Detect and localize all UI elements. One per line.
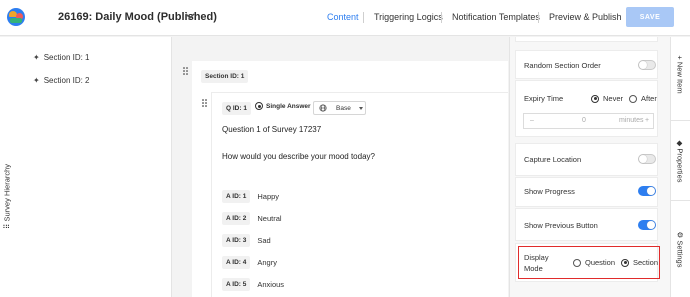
random-section-order-label: Random Section Order <box>524 61 601 70</box>
hierarchy-section-item[interactable]: ✦ Section ID: 2 <box>33 76 90 85</box>
expiry-duration-input[interactable]: – 0 minutes + <box>523 113 654 129</box>
section-id-tag: Section ID: 1 <box>201 70 249 83</box>
expiry-value: 0 <box>582 117 586 124</box>
answer-label: Neutral <box>257 214 282 223</box>
tab-divider <box>363 12 364 23</box>
settings-box-partial <box>515 37 658 42</box>
show-progress-label: Show Progress <box>524 187 575 196</box>
display-mode-highlight <box>518 246 660 279</box>
expiry-never-option[interactable]: Never <box>591 94 623 103</box>
show-previous-button-toggle[interactable] <box>638 220 656 230</box>
question-id-tag: Q ID: 1 <box>222 102 251 115</box>
answer-id-tag: A ID: 4 <box>222 256 251 269</box>
properties-tab-label: Properties <box>675 148 685 183</box>
expiry-after-option[interactable]: After <box>629 94 657 103</box>
language-value: Base <box>336 105 351 112</box>
answer-label: Anxious <box>257 280 285 289</box>
drag-handle-icon[interactable] <box>183 67 188 75</box>
tab-new-item[interactable]: + New Item <box>670 40 690 110</box>
answer-row[interactable]: A ID: 1 Happy <box>222 190 279 203</box>
gear-icon: ⚙ <box>675 231 685 241</box>
hierarchy-section-item[interactable]: ✦ Section ID: 1 <box>33 53 90 62</box>
properties-icon: ◆ <box>675 140 685 149</box>
decrement-icon[interactable]: – <box>530 117 534 124</box>
save-button[interactable]: SAVE <box>626 7 674 27</box>
show-progress-toggle[interactable] <box>638 186 656 196</box>
language-select[interactable]: Base <box>313 101 366 115</box>
increment-icon[interactable]: + <box>645 117 649 124</box>
survey-hierarchy-tab[interactable]: ⠿ Survey Hierarchy <box>0 37 16 297</box>
expiry-never-label: Never <box>603 94 624 103</box>
capture-location-toggle[interactable] <box>638 154 656 164</box>
answer-id-tag: A ID: 3 <box>222 234 251 247</box>
tab-divider <box>670 120 690 121</box>
capture-location-label: Capture Location <box>524 155 582 164</box>
random-section-order-toggle[interactable] <box>638 60 656 70</box>
tab-settings[interactable]: ⚙ Settings <box>670 205 690 275</box>
plus-icon: ✦ <box>33 76 40 85</box>
expiry-time-label: Expiry Time <box>524 94 564 103</box>
answer-id-tag: A ID: 5 <box>222 278 251 291</box>
tab-divider <box>538 12 539 23</box>
settings-tab-label: Settings <box>675 240 685 268</box>
expiry-unit: minutes <box>619 117 644 124</box>
survey-hierarchy-label: Survey Hierarchy <box>2 163 12 222</box>
tab-properties[interactable]: ◆ Properties <box>670 125 690 195</box>
tab-divider <box>670 200 690 201</box>
answer-label: Angry <box>257 258 277 267</box>
answer-row[interactable]: A ID: 5 Anxious <box>222 278 284 291</box>
question-title[interactable]: Question 1 of Survey 17237 <box>222 125 321 134</box>
drag-handle-icon[interactable] <box>202 99 207 107</box>
tab-notification-templates[interactable]: Notification Templates <box>452 12 540 22</box>
radio-selected-icon <box>255 102 263 110</box>
chevron-down-icon[interactable] <box>184 9 196 23</box>
answer-id-tag: A ID: 1 <box>222 190 251 203</box>
answer-row[interactable]: A ID: 3 Sad <box>222 234 271 247</box>
hierarchy-section-label: Section ID: 2 <box>43 76 90 85</box>
tab-triggering-logics[interactable]: Triggering Logics <box>374 12 443 22</box>
hierarchy-icon: ⠿ <box>2 221 12 230</box>
question-prompt[interactable]: How would you describe your mood today? <box>222 152 375 161</box>
answer-row[interactable]: A ID: 4 Angry <box>222 256 277 269</box>
answer-label: Happy <box>257 192 280 201</box>
expiry-after-label: After <box>641 94 657 103</box>
plus-icon: ✦ <box>33 53 40 62</box>
answer-label: Sad <box>257 236 271 245</box>
answer-type-label: Single Answer <box>266 102 311 110</box>
radio-selected-icon <box>591 94 599 103</box>
show-previous-button-label: Show Previous Button <box>524 221 598 230</box>
new-item-tab-label: New Item <box>675 61 685 94</box>
top-header: 26169: Daily Mood (Published) Content Tr… <box>0 0 690 36</box>
radio-unselected-icon <box>629 94 637 103</box>
caret-down-icon <box>359 107 363 110</box>
answer-id-tag: A ID: 2 <box>222 212 251 225</box>
tab-content[interactable]: Content <box>327 12 359 22</box>
answer-row[interactable]: A ID: 2 Neutral <box>222 212 282 225</box>
globe-icon <box>319 104 327 112</box>
tab-divider <box>441 12 442 23</box>
hierarchy-section-label: Section ID: 1 <box>43 53 90 62</box>
answer-type-indicator[interactable]: Single Answer <box>255 102 311 110</box>
app-logo <box>7 8 25 26</box>
tab-preview-publish[interactable]: Preview & Publish <box>549 12 622 22</box>
